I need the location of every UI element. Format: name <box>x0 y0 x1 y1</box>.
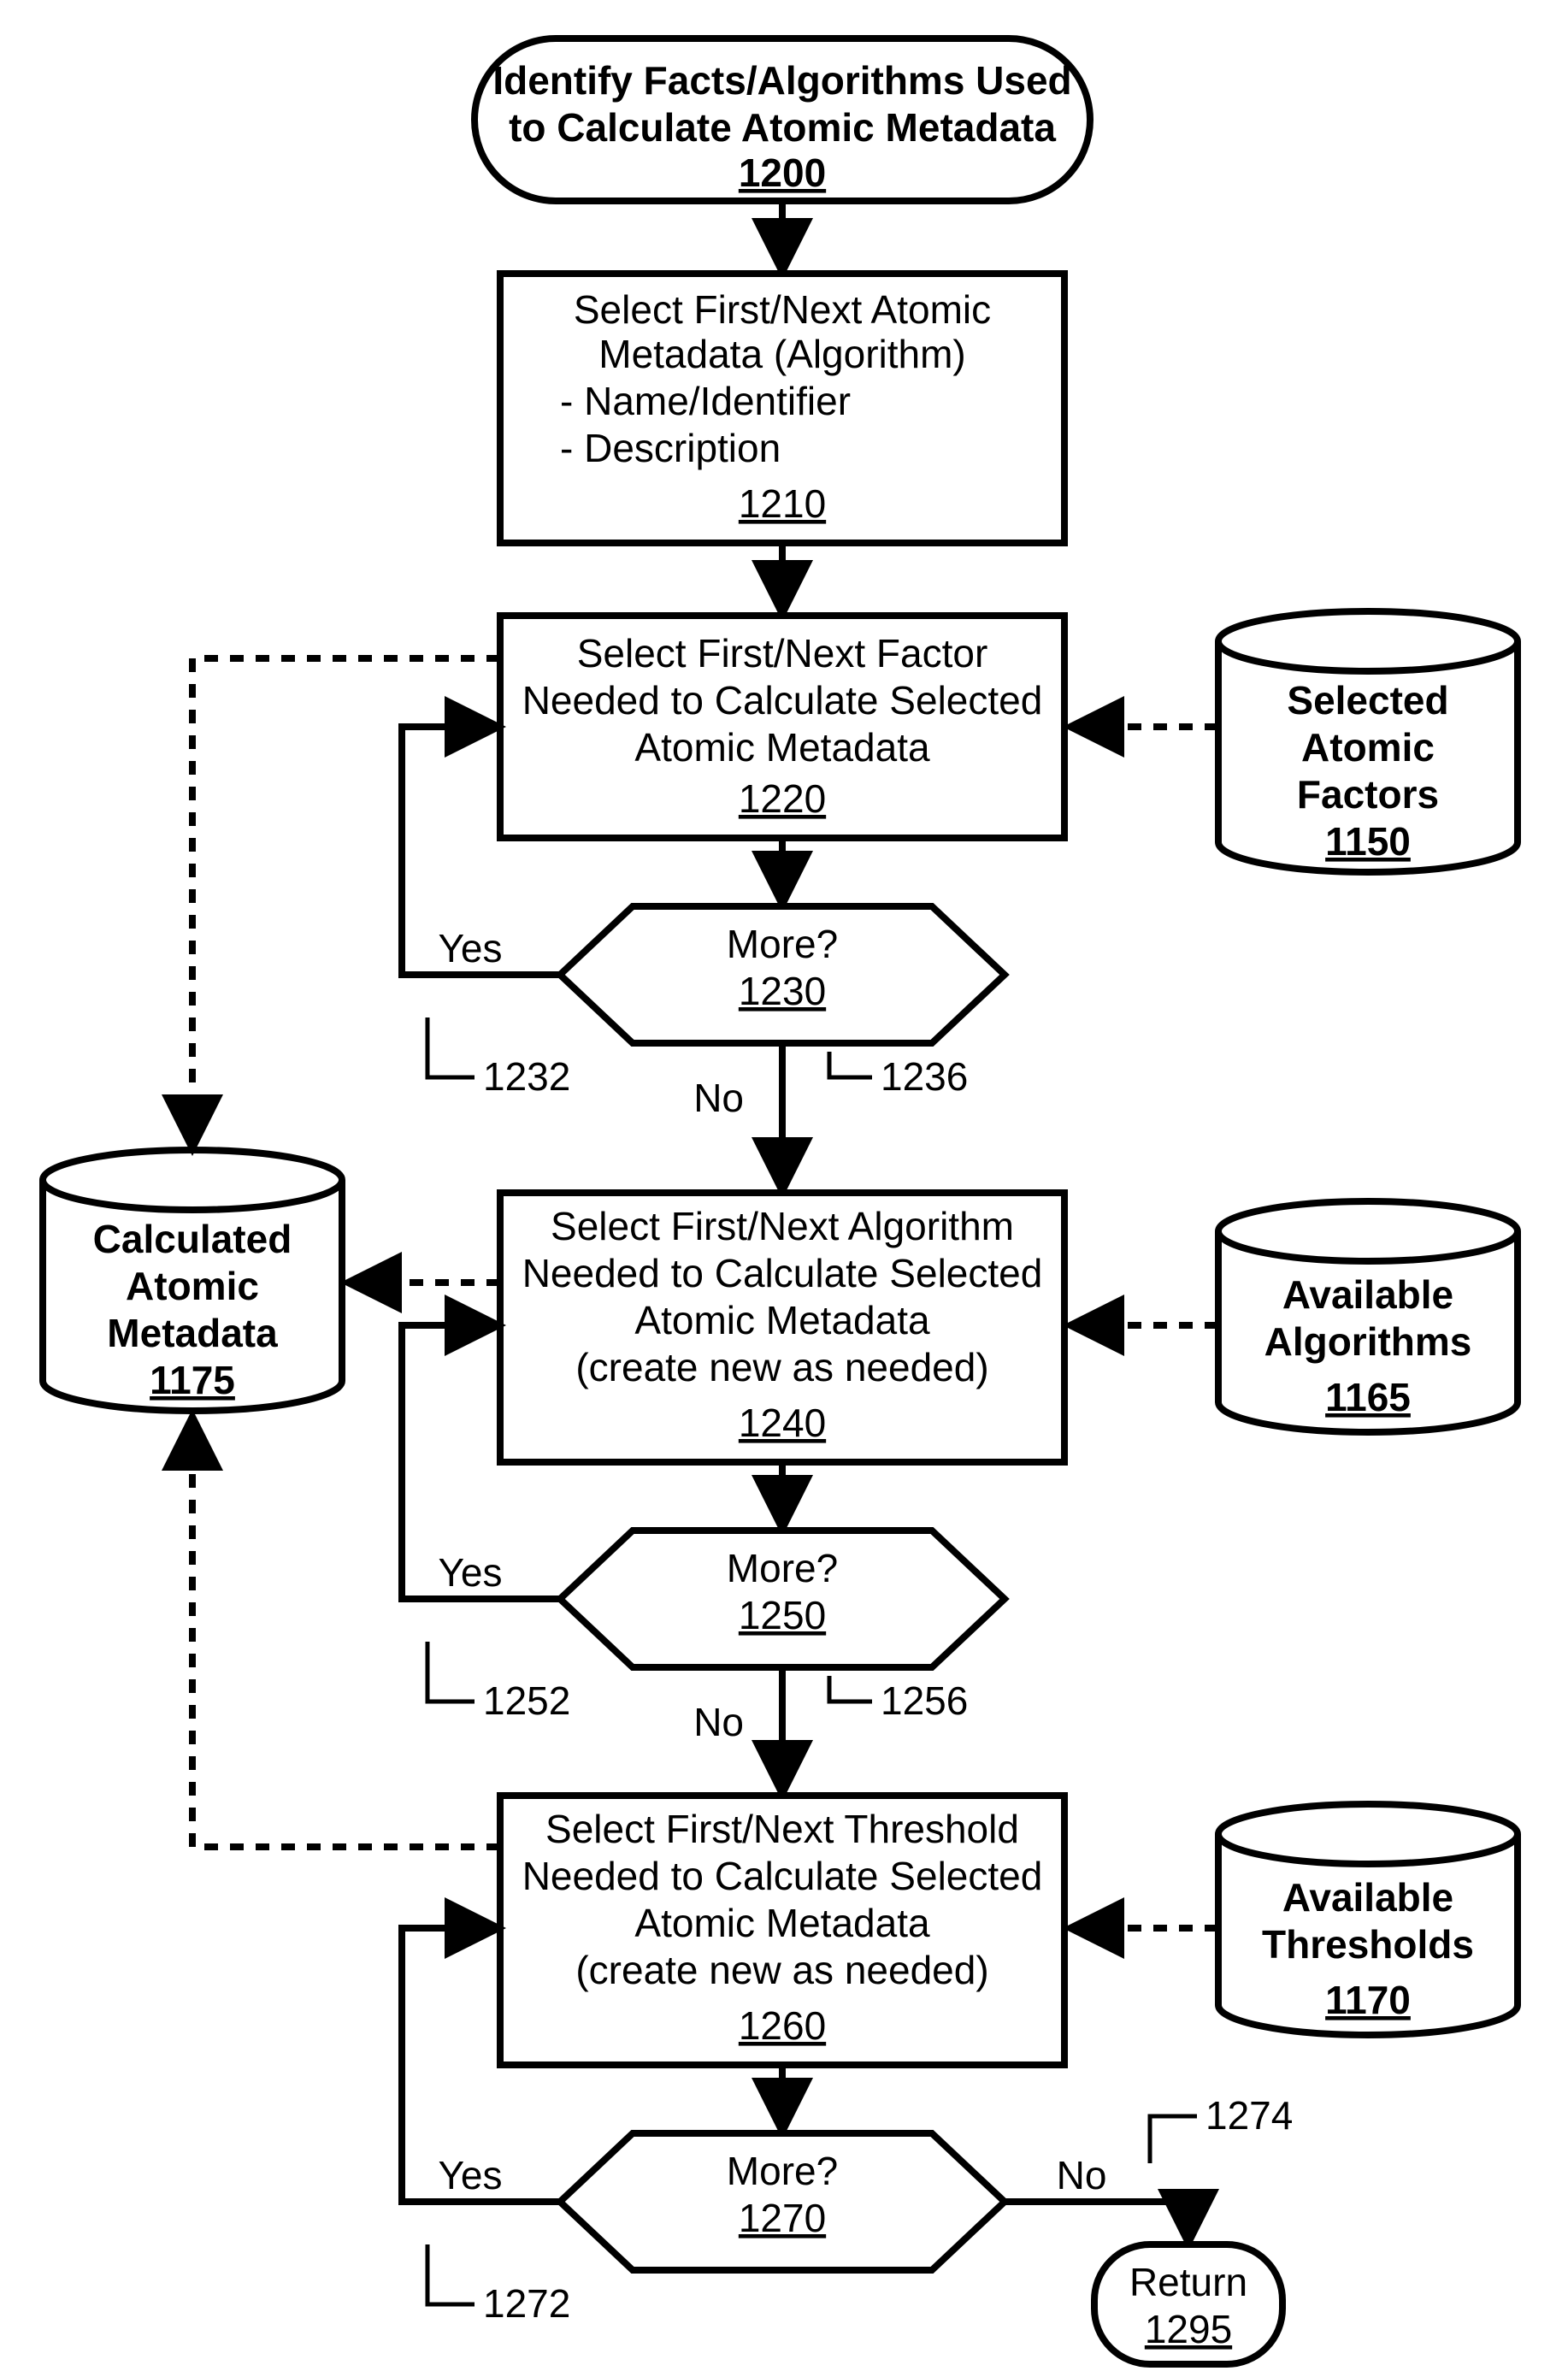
p1240-ref: 1240 <box>739 1401 826 1445</box>
p1210-bullet2: - Description <box>560 426 781 470</box>
c1165-ref: 1165 <box>1325 1375 1411 1419</box>
p1210-ref: 1210 <box>739 481 826 526</box>
c1150-l2: Atomic <box>1301 725 1435 770</box>
c1150-l1: Selected <box>1287 678 1448 723</box>
callout-1252 <box>427 1642 475 1702</box>
c1170-l1: Available <box>1282 1875 1453 1920</box>
decision-1250: More? 1250 <box>560 1531 1005 1667</box>
d1250-ref: 1250 <box>739 1593 826 1637</box>
arrow-1270-no <box>1005 2202 1188 2240</box>
p1240-line2: Needed to Calculate Selected <box>522 1251 1043 1295</box>
d1230-no: No <box>693 1076 744 1120</box>
c1165-l1: Available <box>1282 1272 1453 1317</box>
p1210-bullet1: - Name/Identifier <box>560 379 851 423</box>
d1270-yes-ref: 1272 <box>483 2281 570 2326</box>
p1240-line3: Atomic Metadata <box>634 1298 930 1342</box>
process-1210: Select First/Next Atomic Metadata (Algor… <box>500 274 1064 543</box>
c1165-l2: Algorithms <box>1264 1319 1472 1364</box>
start-line2: to Calculate Atomic Metadata <box>509 105 1056 150</box>
dashed-1220-to-1175 <box>192 658 500 1146</box>
d1250-no: No <box>693 1700 744 1744</box>
return-label: Return <box>1129 2260 1247 2304</box>
callout-1232 <box>427 1017 475 1077</box>
p1260-line3: Atomic Metadata <box>634 1901 930 1945</box>
p1220-line3: Atomic Metadata <box>634 725 930 770</box>
start-line1: Identify Facts/Algorithms Used <box>492 58 1071 103</box>
d1230-yes-ref: 1232 <box>483 1054 570 1099</box>
process-1260: Select First/Next Threshold Needed to Ca… <box>500 1796 1064 2065</box>
c1170-l2: Thresholds <box>1262 1922 1474 1967</box>
p1210-line1: Select First/Next Atomic <box>574 287 991 332</box>
p1220-line1: Select First/Next Factor <box>577 631 988 675</box>
c1150-ref: 1150 <box>1325 819 1411 864</box>
cylinder-1175: Calculated Atomic Metadata 1175 <box>43 1150 342 1411</box>
p1210-line2: Metadata (Algorithm) <box>598 332 966 376</box>
cylinder-1150: Selected Atomic Factors 1150 <box>1218 611 1518 872</box>
d1230-label: More? <box>727 922 838 966</box>
d1250-yes-ref: 1252 <box>483 1678 570 1723</box>
return-ref: 1295 <box>1145 2307 1232 2351</box>
d1270-yes: Yes <box>438 2153 502 2197</box>
terminator-start: Identify Facts/Algorithms Used to Calcul… <box>475 38 1090 201</box>
p1220-ref: 1220 <box>739 776 826 821</box>
p1260-ref: 1260 <box>739 2003 826 2048</box>
process-1220: Select First/Next Factor Needed to Calcu… <box>500 616 1064 838</box>
cylinder-1165: Available Algorithms 1165 <box>1218 1201 1518 1432</box>
d1230-yes: Yes <box>438 926 502 970</box>
p1260-line1: Select First/Next Threshold <box>545 1807 1019 1851</box>
d1230-no-ref: 1236 <box>881 1054 968 1099</box>
d1270-no-ref: 1274 <box>1205 2093 1293 2138</box>
p1260-line4: (create new as needed) <box>575 1948 988 1992</box>
c1175-l1: Calculated <box>93 1217 292 1261</box>
d1250-no-ref: 1256 <box>881 1678 968 1723</box>
callout-1274 <box>1150 2116 1197 2163</box>
c1170-ref: 1170 <box>1325 1978 1411 2022</box>
process-1240: Select First/Next Algorithm Needed to Ca… <box>500 1193 1064 1462</box>
d1270-ref: 1270 <box>739 2196 826 2240</box>
start-ref: 1200 <box>739 150 826 195</box>
d1270-no: No <box>1057 2153 1107 2197</box>
p1260-line2: Needed to Calculate Selected <box>522 1854 1043 1898</box>
d1270-label: More? <box>727 2149 838 2193</box>
callout-1256 <box>829 1676 872 1702</box>
callout-1272 <box>427 2244 475 2304</box>
d1250-label: More? <box>727 1546 838 1590</box>
d1230-ref: 1230 <box>739 969 826 1013</box>
dashed-1260-to-1175 <box>192 1419 500 1847</box>
c1150-l3: Factors <box>1297 772 1439 817</box>
terminator-return: Return 1295 <box>1094 2244 1282 2364</box>
decision-1270: More? 1270 <box>560 2133 1005 2270</box>
p1220-line2: Needed to Calculate Selected <box>522 678 1043 723</box>
p1240-line1: Select First/Next Algorithm <box>551 1204 1014 1248</box>
decision-1230: More? 1230 <box>560 906 1005 1043</box>
callout-1236 <box>829 1052 872 1077</box>
c1175-ref: 1175 <box>150 1358 235 1402</box>
p1240-line4: (create new as needed) <box>575 1345 988 1389</box>
d1250-yes: Yes <box>438 1550 502 1595</box>
cylinder-1170: Available Thresholds 1170 <box>1218 1804 1518 2035</box>
c1175-l2: Atomic <box>126 1264 259 1308</box>
c1175-l3: Metadata <box>107 1311 278 1355</box>
